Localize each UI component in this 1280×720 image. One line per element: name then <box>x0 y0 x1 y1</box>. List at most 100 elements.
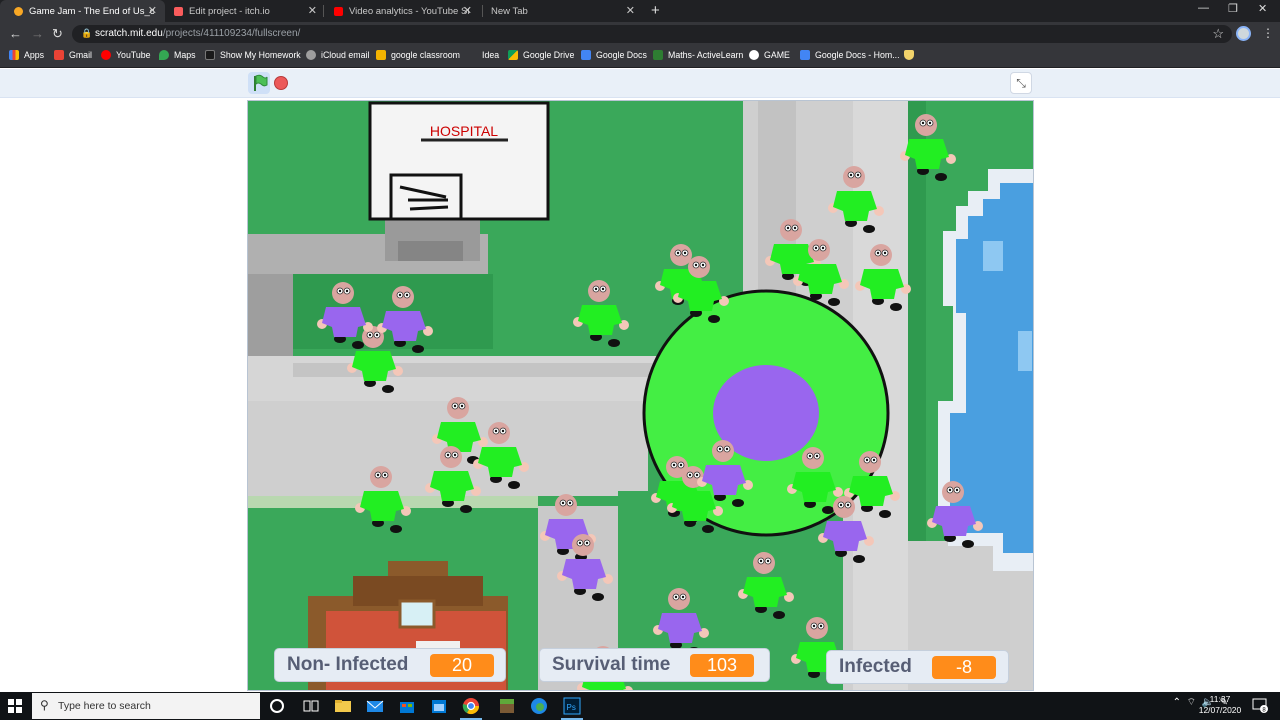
bookmark-maths-activelearn[interactable]: Maths- ActiveLearn <box>653 50 743 60</box>
action-center-icon[interactable]: 8 <box>1252 697 1268 713</box>
address-bar[interactable]: 🔒 scratch.mit.edu/projects/411109234/ful… <box>72 25 1232 43</box>
itchio-favicon-icon <box>174 6 183 16</box>
bookmark-apps[interactable]: Apps <box>9 50 44 60</box>
door-mark <box>409 205 449 211</box>
back-arrow-icon[interactable]: ← <box>9 26 22 41</box>
blank-page-icon <box>467 50 477 60</box>
monitor-non-infected: Non- Infected 20 <box>274 648 506 682</box>
bookmark-gmail[interactable]: Gmail <box>54 50 92 60</box>
bookmark-label: Google Drive <box>523 50 575 60</box>
bookmark-icloud-email[interactable]: iCloud email <box>306 50 369 60</box>
tab-itch-io[interactable]: Edit project - itch.io ✕ <box>160 0 325 22</box>
green-flag-icon <box>254 74 268 91</box>
edge-icon[interactable] <box>530 697 548 715</box>
show-my-homework-icon <box>205 50 215 60</box>
docs-icon <box>581 50 591 60</box>
tab-scratch-game-jam[interactable]: Game Jam - The End of Us_on Scratch ✕ <box>0 0 165 22</box>
bookmark-folder[interactable] <box>904 50 919 60</box>
scratch-controls-bar: ⤡ <box>0 69 1280 98</box>
clock-date: 12/07/2020 <box>1198 705 1242 715</box>
chrome-icon[interactable] <box>460 697 482 720</box>
url-path: /projects/411109234/fullscreen/ <box>162 28 301 39</box>
bookmark-show-my-homework[interactable]: Show My Homework <box>205 50 301 60</box>
bookmark-label: Idea <box>482 50 500 60</box>
reload-icon[interactable]: ↻ <box>52 26 63 42</box>
bookmark-game[interactable]: GAME <box>749 50 790 60</box>
drive-icon <box>508 50 518 60</box>
calendar-icon[interactable] <box>430 697 448 715</box>
new-tab-button[interactable]: + <box>651 2 660 19</box>
exit-fullscreen-button[interactable]: ⤡ <box>1010 72 1032 94</box>
bookmark-label: Maths- ActiveLearn <box>668 50 744 60</box>
bookmark-google-drive[interactable]: Google Drive <box>508 50 574 60</box>
close-tab-icon[interactable]: ✕ <box>148 4 157 17</box>
cortana-icon[interactable] <box>270 699 284 713</box>
minecraft-icon[interactable] <box>498 697 516 715</box>
task-view-icon[interactable] <box>302 697 320 715</box>
bookmark-star-icon[interactable]: ☆ <box>1212 26 1224 42</box>
monitor-value: 20 <box>430 654 494 677</box>
url-text: scratch.mit.edu/projects/411109234/fulls… <box>95 28 300 39</box>
photoshop-icon[interactable]: Ps <box>561 697 583 720</box>
minimize-button[interactable]: — <box>1198 2 1209 14</box>
close-tab-icon[interactable]: ✕ <box>626 4 635 17</box>
mail-icon[interactable] <box>366 697 384 715</box>
bookmark-label: Google Docs - Hom... <box>815 50 900 60</box>
apple-icon <box>306 50 316 60</box>
close-tab-icon[interactable]: ✕ <box>463 4 472 17</box>
profile-avatar[interactable] <box>1236 26 1251 41</box>
close-tab-icon[interactable]: ✕ <box>308 4 317 17</box>
green-flag-button[interactable] <box>248 72 270 94</box>
bookmark-google-classroom[interactable]: google classroom <box>376 50 460 60</box>
tab-title: New Tab <box>491 5 528 17</box>
bookmarks-bar: Apps Gmail YouTube Maps Show My Homework… <box>0 46 1280 68</box>
monitor-label: Infected <box>839 656 912 677</box>
exit-fullscreen-icon: ⤡ <box>1016 76 1026 90</box>
url-host: scratch.mit.edu <box>95 28 163 39</box>
svg-text:Ps: Ps <box>567 703 576 712</box>
close-window-button[interactable]: ✕ <box>1258 2 1267 15</box>
tab-title: Video analytics - YouTube Studio <box>349 5 469 17</box>
windows-start-icon[interactable] <box>8 699 22 713</box>
restore-button[interactable]: ❐ <box>1228 2 1238 15</box>
docs-icon <box>800 50 810 60</box>
bookmark-google-docs[interactable]: Google Docs <box>581 50 647 60</box>
forward-arrow-icon[interactable]: → <box>31 26 44 41</box>
bookmark-label: YouTube <box>116 50 151 60</box>
tab-title: Edit project - itch.io <box>189 5 270 17</box>
network-icon[interactable]: ⌔ <box>1187 697 1196 708</box>
road-stripe <box>293 363 653 377</box>
lock-icon: 🔒 <box>81 28 93 38</box>
search-placeholder: Type here to search <box>58 700 151 712</box>
menu-kebab-icon[interactable]: ⋮ <box>1262 26 1274 40</box>
taskbar-clock[interactable]: 11:37 12/07/2020 <box>1196 694 1244 716</box>
monitor-label: Survival time <box>552 654 671 675</box>
taskbar-search[interactable]: ⚲ Type here to search <box>32 693 260 719</box>
tab-youtube-studio[interactable]: Video analytics - YouTube Studio ✕ <box>320 0 480 22</box>
youtube-favicon-icon <box>334 6 343 16</box>
house-window <box>398 599 436 629</box>
bookmark-google-docs-home[interactable]: Google Docs - Hom... <box>800 50 900 60</box>
bookmark-label: Apps <box>24 50 45 60</box>
stop-button[interactable] <box>274 76 288 90</box>
google-g-icon <box>749 50 759 60</box>
bookmark-idea[interactable]: Idea <box>467 50 499 60</box>
monitor-infected: Infected -8 <box>826 650 1009 684</box>
bookmark-youtube[interactable]: YouTube <box>101 50 151 60</box>
bookmark-label: google classroom <box>391 50 460 60</box>
water-highlight <box>1018 331 1032 371</box>
chevron-up-icon[interactable]: ⌃ <box>1173 697 1181 708</box>
bookmark-label: GAME <box>764 50 790 60</box>
folder-icon <box>904 50 914 60</box>
bookmark-label: Gmail <box>69 50 92 60</box>
tab-new-tab[interactable]: New Tab ✕ <box>478 0 643 22</box>
file-explorer-icon[interactable] <box>334 697 352 715</box>
maps-pin-icon <box>159 50 169 60</box>
monitor-value: 103 <box>690 654 754 677</box>
bookmark-maps[interactable]: Maps <box>159 50 196 60</box>
windows-taskbar: ⚲ Type here to search Ps ⌃ ⌔ 🔈 ✎ 11:37 1… <box>0 692 1280 720</box>
youtube-icon <box>101 50 111 60</box>
microsoft-store-icon[interactable] <box>398 697 416 715</box>
monitor-survival-time: Survival time 103 <box>539 648 770 682</box>
scratch-stage[interactable]: HOSPITAL Non- Infected 20 Survival time … <box>247 100 1034 691</box>
